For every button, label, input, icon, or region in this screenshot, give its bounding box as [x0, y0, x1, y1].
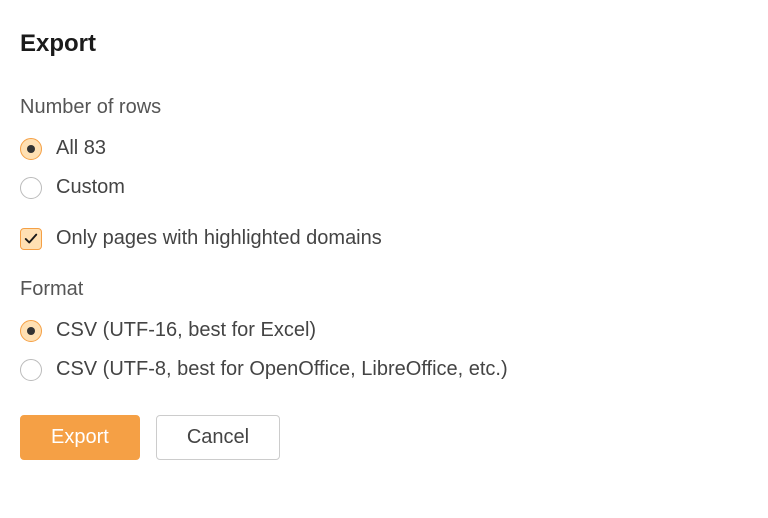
radio-all[interactable]: [20, 138, 42, 160]
rows-option-all-label: All 83: [56, 137, 106, 160]
format-section-label: Format: [20, 278, 748, 301]
highlighted-domains-label: Only pages with highlighted domains: [56, 227, 382, 250]
export-button[interactable]: Export: [20, 415, 140, 460]
rows-option-group: All 83 Custom: [20, 137, 748, 199]
radio-utf8[interactable]: [20, 359, 42, 381]
highlighted-domains-option[interactable]: Only pages with highlighted domains: [20, 227, 748, 250]
cancel-button[interactable]: Cancel: [156, 415, 280, 460]
format-option-group: CSV (UTF-16, best for Excel) CSV (UTF-8,…: [20, 319, 748, 381]
radio-utf16[interactable]: [20, 320, 42, 342]
rows-option-all[interactable]: All 83: [20, 137, 748, 160]
rows-option-custom[interactable]: Custom: [20, 176, 748, 199]
export-title: Export: [20, 30, 748, 58]
rows-section-label: Number of rows: [20, 96, 748, 119]
format-option-utf16-label: CSV (UTF-16, best for Excel): [56, 319, 316, 342]
rows-option-custom-label: Custom: [56, 176, 125, 199]
checkbox-highlighted[interactable]: [20, 228, 42, 250]
format-option-utf8-label: CSV (UTF-8, best for OpenOffice, LibreOf…: [56, 358, 508, 381]
checkmark-icon: [24, 232, 38, 246]
button-row: Export Cancel: [20, 415, 748, 460]
format-option-utf16[interactable]: CSV (UTF-16, best for Excel): [20, 319, 748, 342]
radio-custom[interactable]: [20, 177, 42, 199]
format-option-utf8[interactable]: CSV (UTF-8, best for OpenOffice, LibreOf…: [20, 358, 748, 381]
